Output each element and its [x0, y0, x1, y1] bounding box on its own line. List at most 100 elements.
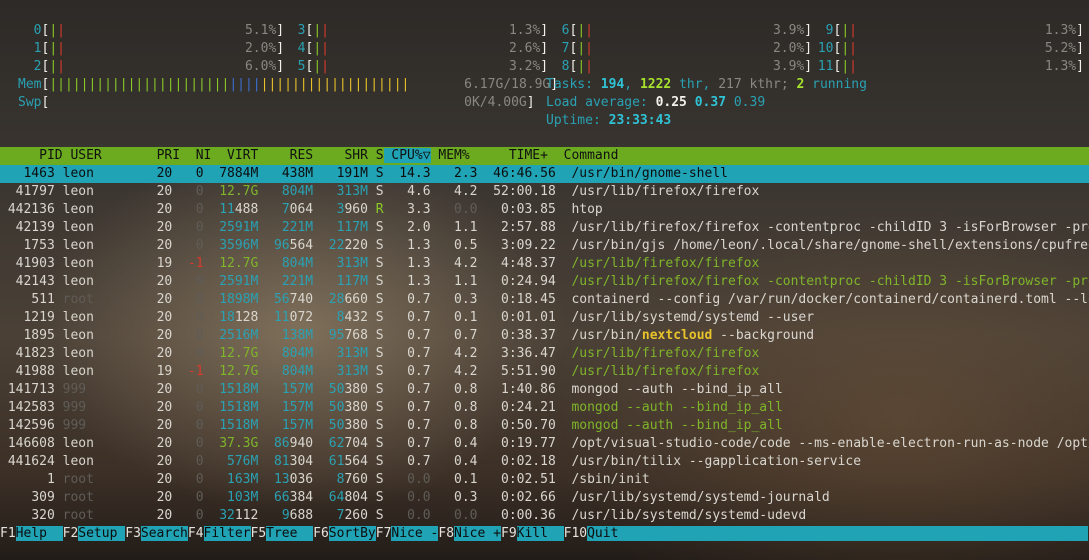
shr-cell: 768	[344, 328, 368, 343]
shr-cell: 260	[344, 508, 368, 523]
process-row[interactable]: 442136 leon 20 0 11488 7064 3960 R 3.3 0…	[0, 201, 1089, 219]
mem-bar-buffers: ||||	[229, 77, 261, 92]
cpu-bar-system: |	[849, 41, 857, 56]
priority-cell: 20	[156, 238, 173, 253]
cpu-id-label: 4	[282, 41, 306, 56]
col-shr-header[interactable]: SHR	[313, 148, 367, 163]
res-cell: 81	[273, 454, 290, 469]
col-cpu-sort-header[interactable]: CPU%▽	[383, 148, 431, 163]
function-key-f10[interactable]: F10Quit	[564, 526, 619, 541]
shr-cell: 380	[344, 400, 368, 415]
nice-cell: 0	[195, 292, 204, 307]
uptime-label: Uptime:	[546, 113, 601, 128]
cpu-id-label: 7	[546, 41, 570, 56]
cpu-meter: 7[|| 2.0%]	[546, 40, 812, 58]
col-state-header[interactable]: S	[368, 148, 384, 163]
process-row[interactable]: 41797 leon 20 0 12.7G 804M 313M S 4.6 4.…	[0, 183, 1089, 201]
time-cell: 1:40.86	[501, 382, 556, 397]
col-time-header[interactable]: TIME+	[470, 148, 548, 163]
col-pid-header[interactable]: PID	[0, 148, 62, 163]
cpu-percent: 3.9%	[772, 23, 805, 38]
cpu-bar-system: |	[57, 41, 65, 56]
cpu-cell: 0.7	[407, 310, 431, 325]
function-key-f7[interactable]: F7Nice -	[376, 526, 439, 541]
process-row[interactable]: 42139 leon 20 0 2591M 221M 117M S 2.0 1.…	[0, 219, 1089, 237]
virt-cell: 1898M	[219, 292, 259, 307]
function-key-f8[interactable]: F8Nice +	[438, 526, 501, 541]
meter-bracket-close: ]	[1076, 23, 1084, 38]
mem-cell: 0.1	[454, 472, 478, 487]
col-user-header[interactable]: USER	[70, 148, 148, 163]
virt-cell: 18	[219, 310, 235, 325]
virt-cell: 112	[234, 508, 259, 523]
priority-cell: 20	[156, 292, 173, 307]
col-mem-header[interactable]: MEM%	[431, 148, 469, 163]
column-header[interactable]: PID USER PRI NI VIRT RES SHR S CPU%▽ MEM…	[0, 147, 1089, 165]
function-key-bar[interactable]: F1Help F2Setup F3SearchF4FilterF5Tree F6…	[0, 525, 1089, 543]
nice-cell: 0	[195, 202, 204, 217]
process-row[interactable]: 1753 leon 20 0 3596M 96564 22220 S 1.3 0…	[0, 237, 1089, 255]
cpu-percent: 6.0%	[244, 59, 277, 74]
function-key-f1[interactable]: F1Help	[0, 526, 63, 541]
process-row[interactable]: 142583 999 20 0 1518M 157M 50380 S 0.7 0…	[0, 399, 1089, 417]
virt-cell: 163M	[227, 472, 259, 487]
pid-cell: 41988	[15, 364, 55, 379]
process-row[interactable]: 41903 leon 19 -1 12.7G 804M 313M S 1.3 4…	[0, 255, 1089, 273]
pid-cell: 1463	[23, 166, 55, 181]
mem-label: Mem	[18, 77, 42, 92]
process-row[interactable]: 142596 999 20 0 1518M 157M 50380 S 0.7 0…	[0, 417, 1089, 435]
pid-cell: 141713	[7, 382, 55, 397]
function-key-f9[interactable]: F9Kill	[501, 526, 564, 541]
function-key-f3[interactable]: F3Search	[125, 526, 188, 541]
priority-cell: 20	[156, 202, 173, 217]
process-row[interactable]: 141713 999 20 0 1518M 157M 50380 S 0.7 0…	[0, 381, 1089, 399]
col-pri-header[interactable]: PRI	[149, 148, 180, 163]
function-key-f4[interactable]: F4Filter	[188, 526, 251, 541]
col-command-header[interactable]: Command	[564, 148, 619, 163]
user-cell: 999	[62, 400, 87, 415]
process-row[interactable]: 42143 leon 20 0 2591M 221M 117M S 1.3 1.…	[0, 273, 1089, 291]
function-key-f2[interactable]: F2Setup	[63, 526, 126, 541]
process-row[interactable]: 441624 leon 20 0 576M 81304 61564 S 0.7 …	[0, 453, 1089, 471]
user-cell: leon	[62, 256, 94, 271]
priority-cell: 20	[156, 454, 173, 469]
command-cell: /usr/lib/systemd/systemd-udevd	[571, 508, 807, 523]
state-cell: S	[375, 274, 384, 289]
nice-cell: 0	[195, 436, 204, 451]
cpu-cell: 0.7	[407, 364, 431, 379]
cpu-bar-user: |	[577, 41, 586, 56]
user-cell: 999	[62, 382, 87, 397]
process-row[interactable]: 1219 leon 20 0 18128 11072 8432 S 0.7 0.…	[0, 309, 1089, 327]
process-row[interactable]: 511 root 20 0 1898M 56740 28660 S 0.7 0.…	[0, 291, 1089, 309]
process-row[interactable]: 1 root 20 0 163M 13036 8760 S 0.0 0.1 0:…	[0, 471, 1089, 489]
cpu-bar-system: |	[849, 23, 857, 38]
res-cell: 036	[289, 472, 314, 487]
res-cell: 157M	[281, 418, 314, 433]
process-row[interactable]: 309 root 20 0 103M 66384 64804 S 0.0 0.3…	[0, 489, 1089, 507]
function-key-action: Filter	[203, 526, 251, 541]
process-row[interactable]: 41988 leon 19 -1 12.7G 804M 313M S 0.7 4…	[0, 363, 1089, 381]
load-5min: 0.37	[694, 95, 727, 110]
col-ni-header[interactable]: NI	[180, 148, 212, 163]
user-cell: leon	[62, 202, 94, 217]
pid-cell: 42143	[15, 274, 55, 289]
process-row[interactable]: 1895 leon 20 0 2516M 138M 95768 S 0.7 0.…	[0, 327, 1089, 345]
cpu-cell: 4.6	[407, 184, 431, 199]
col-res-header[interactable]: RES	[258, 148, 313, 163]
virt-cell: 1518M	[219, 400, 259, 415]
mem-cell: 4.2	[454, 256, 478, 271]
col-virt-header[interactable]: VIRT	[211, 148, 258, 163]
time-cell: 0:18.45	[501, 292, 556, 307]
process-row[interactable]: 320 root 20 0 32112 9688 7260 S 0.0 0.0 …	[0, 507, 1089, 525]
process-row[interactable]: 1463 leon 20 0 7884M 438M 191M S 14.3 2.…	[0, 165, 1089, 183]
virt-cell: 12.7G	[219, 346, 259, 361]
process-row[interactable]: 146608 leon 20 0 37.3G 86940 62704 S 0.7…	[0, 435, 1089, 453]
column-label: PRI	[156, 148, 181, 163]
nice-cell: 0	[195, 472, 204, 487]
function-key-f6[interactable]: F6SortBy	[313, 526, 376, 541]
mem-bar-cache: |||||||||||||||||||	[260, 77, 410, 92]
function-key-f5[interactable]: F5Tree	[251, 526, 314, 541]
function-key-action: Setup	[78, 526, 126, 541]
process-row[interactable]: 41823 leon 20 0 12.7G 804M 313M S 0.7 4.…	[0, 345, 1089, 363]
column-label: Command	[563, 148, 619, 163]
